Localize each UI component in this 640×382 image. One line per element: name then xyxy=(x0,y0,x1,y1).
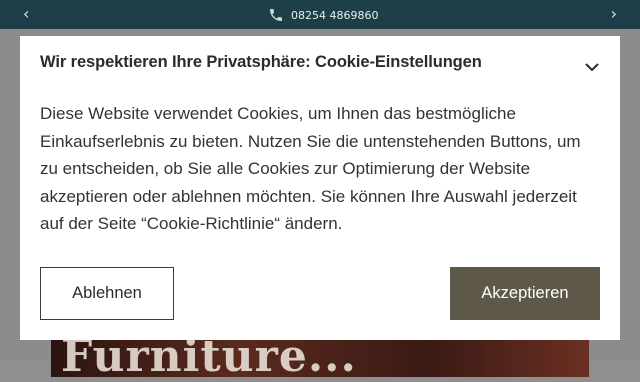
phone-icon xyxy=(270,9,282,21)
cookie-consent-dialog: Wir respektieren Ihre Privatsphäre: Cook… xyxy=(20,36,620,340)
accept-cookies-button[interactable]: Akzeptieren xyxy=(450,267,600,320)
chevron-right-icon[interactable]: › xyxy=(611,5,617,23)
reject-cookies-button[interactable]: Ablehnen xyxy=(40,267,174,320)
phone-number[interactable]: 08254 4869860 xyxy=(291,9,378,22)
chevron-down-icon[interactable] xyxy=(584,61,600,73)
chevron-left-icon[interactable]: ‹ xyxy=(23,5,29,23)
hero-banner: Furniture... xyxy=(51,331,589,382)
cookie-dialog-title: Wir respektieren Ihre Privatsphäre: Cook… xyxy=(40,53,482,71)
top-info-bar: ‹ 08254 4869860 › xyxy=(0,0,640,29)
phone-contact[interactable]: 08254 4869860 xyxy=(268,7,378,23)
cookie-dialog-text: Diese Website verwendet Cookies, um Ihne… xyxy=(40,104,581,233)
